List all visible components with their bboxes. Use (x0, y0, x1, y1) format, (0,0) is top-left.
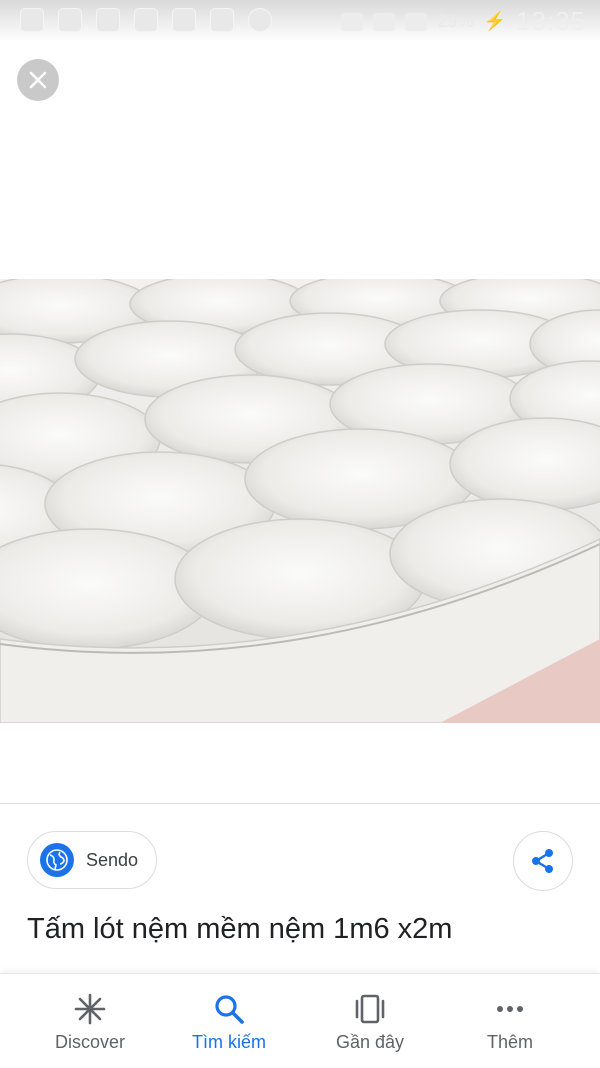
share-button[interactable] (513, 831, 573, 891)
source-label: Sendo (86, 849, 139, 870)
nav-label: Gần đây (335, 1032, 405, 1052)
nav-discover[interactable]: Discover (25, 992, 155, 1053)
nav-label: Tìm kiếm (192, 1032, 266, 1052)
divider (0, 803, 600, 804)
notification-icon (20, 8, 44, 32)
source-chip[interactable]: Sendo (27, 831, 158, 889)
nav-recent[interactable]: Gần đây (305, 992, 435, 1053)
asterisk-icon (74, 993, 106, 1025)
globe-icon (40, 843, 74, 877)
share-icon (532, 849, 553, 873)
notification-icons (20, 8, 272, 32)
clock: 13:35 (515, 6, 586, 36)
youtube-icon (172, 8, 196, 32)
signal-icon (405, 12, 428, 31)
system-status: 29% ⚡ 13:35 (341, 6, 586, 37)
chrome-icon (248, 8, 272, 32)
notification-icon (58, 8, 82, 32)
search-icon (215, 995, 244, 1024)
more-icon (497, 1006, 523, 1012)
bottom-nav: Discover Tìm kiếm Gần đây Thêm (0, 973, 600, 1068)
youtube-icon (210, 8, 234, 32)
mattress-topper-photo (0, 279, 600, 723)
wifi-icon (373, 12, 396, 31)
mute-icon (341, 12, 364, 31)
nav-more[interactable]: Thêm (445, 992, 575, 1053)
notification-icon (96, 8, 120, 32)
status-bar: 29% ⚡ 13:35 (0, 0, 600, 42)
close-icon (29, 71, 47, 89)
battery-percent: 29% (437, 11, 474, 31)
recent-icon (355, 994, 385, 1024)
nav-search[interactable]: Tìm kiếm (164, 992, 294, 1053)
product-image[interactable] (0, 279, 600, 723)
charging-icon: ⚡ (483, 11, 506, 31)
nav-label: Thêm (486, 1032, 533, 1052)
youtube-icon (134, 8, 158, 32)
nav-label: Discover (54, 1032, 125, 1052)
close-button[interactable] (17, 59, 59, 101)
result-title[interactable]: Tấm lót nệm mềm nệm 1m6 x2m (27, 913, 452, 946)
